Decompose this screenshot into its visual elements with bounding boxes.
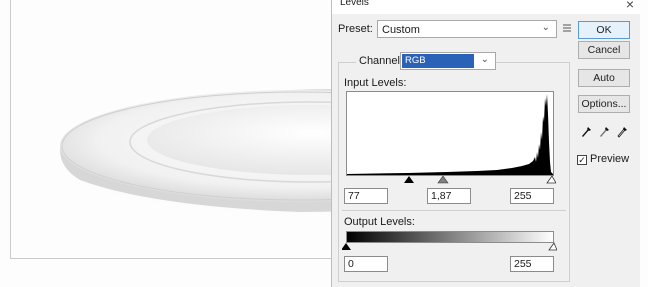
input-white-field[interactable]: 255 (510, 188, 554, 204)
white-eyedropper-icon[interactable] (616, 124, 628, 138)
close-icon[interactable]: × (626, 0, 634, 12)
cancel-button[interactable]: Cancel (578, 41, 630, 59)
output-white-slider[interactable] (548, 242, 557, 251)
dialog-titlebar[interactable]: Levels × (332, 0, 640, 14)
ok-button[interactable]: OK (578, 21, 630, 39)
input-gamma-slider[interactable] (437, 175, 449, 184)
input-white-slider[interactable] (546, 175, 556, 184)
channel-select[interactable]: RGB ⌄ (400, 52, 496, 70)
image-frame-left (10, 0, 11, 259)
input-gamma-field[interactable]: 1,87 (427, 188, 471, 204)
eyedropper-group (580, 124, 632, 138)
channel-label: Channel: (356, 55, 407, 67)
dialog-title: Levels (340, 0, 369, 8)
gray-eyedropper-icon[interactable] (598, 124, 610, 138)
output-black-field[interactable]: 0 (344, 256, 388, 272)
options-button[interactable]: Options... (578, 95, 630, 113)
preview-checkbox[interactable]: ✓ (577, 155, 587, 165)
histogram-graph (347, 94, 553, 175)
preset-select[interactable]: Custom ⌄ (377, 20, 557, 38)
preset-label: Preset: (338, 23, 373, 35)
preset-value: Custom (382, 24, 420, 36)
input-black-field[interactable]: 77 (344, 188, 388, 204)
black-eyedropper-icon[interactable] (580, 124, 592, 138)
input-levels-label: Input Levels: (344, 77, 407, 89)
input-slider-track[interactable] (346, 175, 556, 185)
output-slider-track[interactable] (342, 242, 557, 252)
output-levels-label: Output Levels: (344, 216, 415, 228)
auto-button[interactable]: Auto (578, 69, 630, 87)
levels-dialog: Levels × Preset: Custom ⌄ OK Cancel Auto… (331, 0, 640, 287)
chevron-down-icon: ⌄ (541, 22, 550, 33)
output-black-slider[interactable] (342, 243, 351, 250)
preset-menu-icon[interactable] (562, 22, 574, 34)
histogram (346, 91, 554, 176)
channel-value: RGB (405, 55, 426, 66)
chevron-down-icon: ⌄ (480, 54, 489, 65)
preview-label: Preview (590, 153, 630, 165)
output-white-field[interactable]: 255 (510, 256, 554, 272)
input-black-slider[interactable] (404, 176, 414, 183)
group-separator (342, 210, 566, 211)
